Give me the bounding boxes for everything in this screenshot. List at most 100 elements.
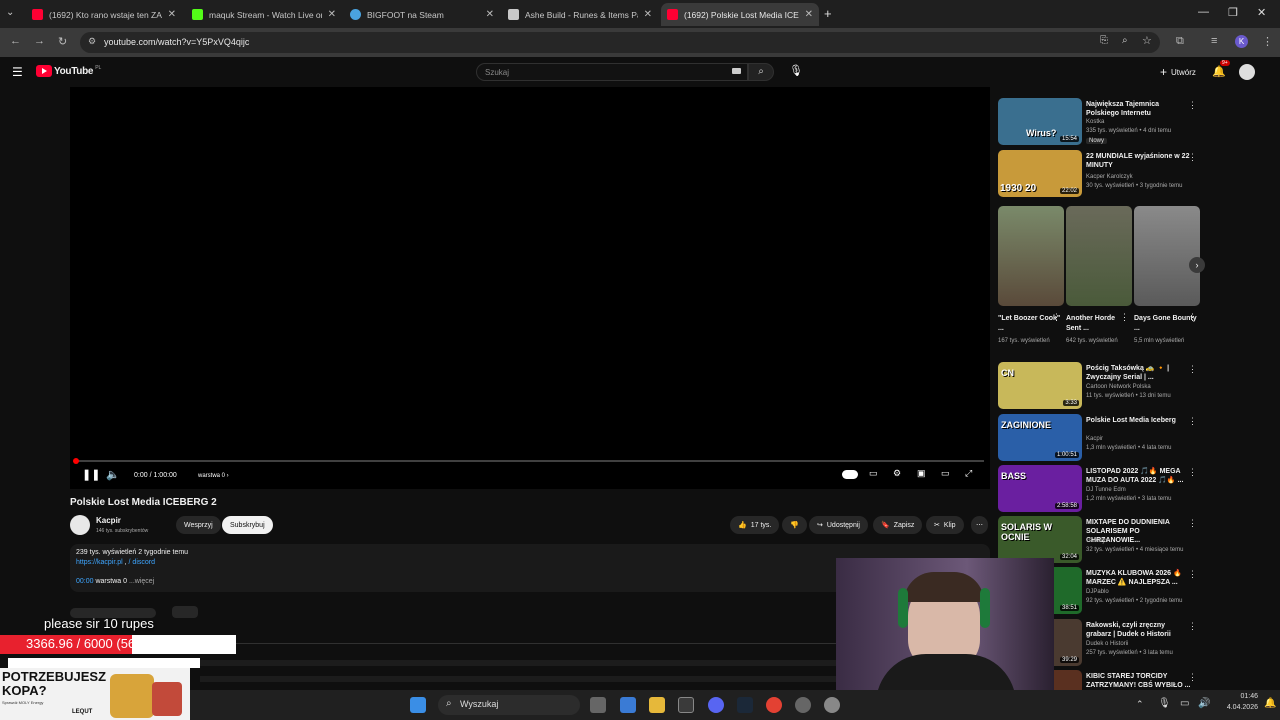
bookmark-star-icon[interactable]: ☆ xyxy=(1142,34,1152,47)
discord-link[interactable]: / discord xyxy=(129,559,155,566)
recommended-video[interactable]: BASS 2:58:58 LISTOPAD 2022 🎵🔥 MEGA MUZA DO… xyxy=(998,465,1203,513)
tab-5-active[interactable]: (1692) Polskie Lost Media ICEBE ✕ xyxy=(661,3,819,26)
short-item[interactable]: Days Gone Bounty ... 5,5 mln wyświetleń … xyxy=(1134,206,1200,346)
recommended-video[interactable]: SOLARIS W OCNIE 32:04 MIXTAPE DO DUDNIENIA… xyxy=(998,516,1203,564)
install-app-icon[interactable]: ⎘ xyxy=(1100,35,1108,46)
more-vertical-icon[interactable]: ⋮ xyxy=(1188,672,1197,683)
minimize-icon[interactable]: — xyxy=(1198,6,1209,18)
more-actions-button[interactable]: ⋯ xyxy=(971,516,988,534)
channel-name[interactable]: Dudek o Historii xyxy=(1086,641,1128,647)
recommended-video[interactable]: 1930 20 22:02 22 MUNDIALE wyjaśnione w 2… xyxy=(998,150,1203,198)
video-thumbnail[interactable]: Wirus? 15:54 xyxy=(998,98,1082,145)
address-bar[interactable]: ⚙ youtube.com/watch?v=Y5PxVQ4qijc ⎘ ⌕ ☆ xyxy=(80,32,1160,53)
microphone-icon[interactable]: 🎙 xyxy=(1158,698,1171,709)
close-window-icon[interactable]: ✕ xyxy=(1257,6,1266,19)
extensions-icon[interactable]: ⧉ xyxy=(1176,35,1184,48)
search-button[interactable]: ⌕ xyxy=(748,63,774,81)
channel-name[interactable]: Kacper Karolczyk xyxy=(1086,174,1133,180)
share-button[interactable]: ↪ Udostępnij xyxy=(809,516,868,534)
close-tab-icon[interactable]: ✕ xyxy=(805,9,813,20)
recommended-video[interactable]: ZAGINIONE 1:00:51 Polskie Lost Media Icebe… xyxy=(998,414,1203,462)
dislike-button[interactable]: 👎 xyxy=(782,516,807,534)
network-icon[interactable]: ▭ xyxy=(1180,698,1189,709)
sidepanel-icon[interactable]: ≡ xyxy=(1211,35,1217,47)
video-title[interactable]: KIBIC STAREJ TORCIDY ZATRZYMANY! CBŚ WYB… xyxy=(1086,672,1191,690)
video-player[interactable]: ❚❚ 🔈 0:00 / 1:00:00 warstwa 0 › ▭ ⚙ ▣ ▭ … xyxy=(70,87,990,489)
tab-4[interactable]: Ashe Build - Runes & Items Pat ✕ xyxy=(502,3,658,26)
keyboard-icon[interactable] xyxy=(732,68,741,74)
tab-1[interactable]: (1692) Kto rano wstaje ten ZAR ✕ xyxy=(26,3,182,26)
short-thumbnail[interactable] xyxy=(998,206,1064,306)
video-thumbnail[interactable]: ZAGINIONE 1:00:51 xyxy=(998,414,1082,461)
more-vertical-icon[interactable]: ⋮ xyxy=(1188,569,1197,580)
video-title[interactable]: LISTOPAD 2022 🎵🔥 MEGA MUZA DO AUTA 2022 … xyxy=(1086,467,1191,485)
pause-icon[interactable]: ❚❚ xyxy=(82,468,100,481)
more-vertical-icon[interactable]: ⋮ xyxy=(1188,621,1197,632)
restore-icon[interactable]: ❐ xyxy=(1228,6,1238,19)
video-title[interactable]: Polskie Lost Media Iceberg xyxy=(1086,416,1191,425)
close-tab-icon[interactable]: ✕ xyxy=(168,9,176,20)
subscribe-button[interactable]: Subskrybuj xyxy=(222,516,273,534)
settings-gear-icon[interactable]: ⚙ xyxy=(893,468,901,479)
tab-2[interactable]: maquk Stream - Watch Live on ✕ xyxy=(186,3,342,26)
close-tab-icon[interactable]: ✕ xyxy=(328,9,336,20)
more-vertical-icon[interactable]: ⋮ xyxy=(1188,312,1197,323)
obs-icon[interactable] xyxy=(795,697,811,713)
short-item[interactable]: "Let Boozer Cook" ... 167 tys. wyświetle… xyxy=(998,206,1064,346)
fullscreen-icon[interactable]: ⤢ xyxy=(965,468,972,479)
short-item[interactable]: Another Horde Sent ... 642 tys. wyświetl… xyxy=(1066,206,1132,346)
channel-name[interactable]: Kacpir xyxy=(1086,436,1103,442)
chapter-timestamp[interactable]: 00:00 xyxy=(76,578,94,585)
clip-button[interactable]: ✂ Klip xyxy=(926,516,964,534)
volume-icon[interactable]: 🔈 xyxy=(106,468,120,481)
tab-search-icon[interactable]: ⌄ xyxy=(6,7,14,18)
zoom-icon[interactable]: ⌕ xyxy=(1122,35,1128,46)
task-view-icon[interactable] xyxy=(590,697,606,713)
progress-bar[interactable] xyxy=(73,458,984,464)
theater-mode-icon[interactable]: ▭ xyxy=(941,468,950,479)
hamburger-menu-icon[interactable]: ☰ xyxy=(12,65,23,79)
video-title[interactable]: Rakowski, czyli zręczny grabarz | Dudek … xyxy=(1086,621,1191,639)
close-tab-icon[interactable]: ✕ xyxy=(644,9,652,20)
chapter-label[interactable]: warstwa 0 › xyxy=(198,473,229,479)
windows-start-icon[interactable] xyxy=(410,697,426,713)
discord-icon[interactable] xyxy=(708,697,724,713)
recommended-video[interactable]: CN 3:33 Pościg Taksówką 🚕 🔸 | Zwyczajny Se… xyxy=(998,362,1203,410)
join-button[interactable]: Wesprzyj xyxy=(176,516,221,534)
channel-name[interactable]: Cartoon Network Polska xyxy=(1086,384,1151,390)
short-thumbnail[interactable] xyxy=(1134,206,1200,306)
subtitles-icon[interactable]: ▭ xyxy=(869,468,878,479)
video-title[interactable]: MUZYKA KLUBOWA 2026 🔥 MARZEC ⚠️ NAJLEPSZ… xyxy=(1086,569,1191,587)
autoplay-toggle[interactable] xyxy=(842,470,858,479)
new-tab-button[interactable]: + xyxy=(824,6,832,21)
back-icon[interactable]: ← xyxy=(10,35,21,47)
steam-icon[interactable] xyxy=(737,697,753,713)
shorts-next-arrow-icon[interactable]: › xyxy=(1189,257,1205,273)
chrome-icon[interactable] xyxy=(766,697,782,713)
notifications-bell-icon[interactable]: 🔔 xyxy=(1212,65,1226,78)
save-button[interactable]: 🔖 Zapisz xyxy=(873,516,923,534)
channel-name[interactable]: Kostka xyxy=(1086,119,1104,125)
recommended-video[interactable]: Wirus? 15:54 Największa Tajemnica Polski… xyxy=(998,98,1203,146)
channel-name[interactable]: DJPablo xyxy=(1086,589,1109,595)
more-vertical-icon[interactable]: ⋮ xyxy=(1188,152,1197,163)
video-title[interactable]: Największa Tajemnica Polskiego Internetu xyxy=(1086,100,1191,118)
more-vertical-icon[interactable]: ⋮ xyxy=(1120,312,1129,323)
store-icon[interactable] xyxy=(678,697,694,713)
short-thumbnail[interactable] xyxy=(1066,206,1132,306)
miniplayer-icon[interactable]: ▣ xyxy=(917,468,926,479)
clock-date[interactable]: 4.04.2026 xyxy=(1218,704,1258,711)
outlook-icon[interactable] xyxy=(620,697,636,713)
close-tab-icon[interactable]: ✕ xyxy=(486,9,494,20)
show-more-link[interactable]: ...więcej xyxy=(129,578,154,585)
reload-icon[interactable]: ↻ xyxy=(58,35,67,48)
more-vertical-icon[interactable]: ⋮ xyxy=(1188,100,1197,111)
channel-name[interactable]: DJ Tunne Edm xyxy=(1086,487,1126,493)
account-avatar[interactable] xyxy=(1239,64,1255,80)
like-button[interactable]: 👍 17 tys. xyxy=(730,516,780,534)
notification-center-icon[interactable]: 🔔 xyxy=(1264,698,1276,709)
app-icon[interactable] xyxy=(824,697,840,713)
clock-time[interactable]: 01:46 xyxy=(1218,693,1258,700)
youtube-logo[interactable]: YouTube PL xyxy=(36,65,101,77)
channel-name[interactable]: Gavarys xyxy=(1086,538,1108,544)
